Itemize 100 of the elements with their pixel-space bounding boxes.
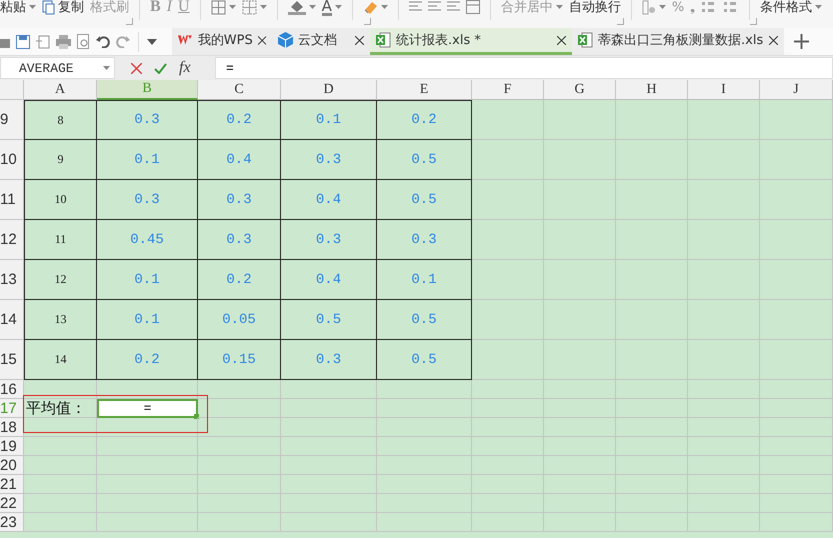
empty-cell bbox=[472, 437, 544, 456]
row-header[interactable]: 16 bbox=[0, 380, 24, 399]
print-icon[interactable] bbox=[56, 34, 71, 48]
grid-icon[interactable] bbox=[242, 0, 257, 14]
borders-icon[interactable] bbox=[210, 0, 226, 14]
row-header[interactable]: 18 bbox=[0, 418, 24, 437]
ribbon-button[interactable]: 自动换行 bbox=[568, 0, 621, 16]
column-header[interactable]: H bbox=[616, 80, 688, 100]
eraser-icon[interactable] bbox=[362, 0, 378, 14]
copy-button[interactable]: 复制 bbox=[58, 0, 84, 16]
dialog-launcher-icon[interactable] bbox=[364, 18, 371, 25]
column-header[interactable]: G bbox=[544, 80, 616, 100]
align-icon[interactable] bbox=[408, 1, 422, 13]
column-header[interactable]: A bbox=[24, 80, 97, 100]
dialog-launcher-icon[interactable] bbox=[617, 18, 624, 25]
paint-bucket-icon[interactable] bbox=[288, 0, 306, 14]
empty-cell bbox=[688, 513, 760, 532]
empty-cell bbox=[688, 300, 760, 340]
empty-cell bbox=[544, 180, 616, 220]
dropdown-icon[interactable] bbox=[147, 38, 157, 44]
table-cell: 0.3 bbox=[97, 100, 198, 140]
table-cell: 0.05 bbox=[198, 300, 281, 340]
close-icon[interactable] bbox=[769, 36, 778, 44]
number-format-icon[interactable] bbox=[642, 0, 656, 14]
row-header[interactable]: 20 bbox=[0, 456, 24, 475]
empty-cell bbox=[472, 300, 544, 340]
empty-cell bbox=[544, 399, 616, 418]
row-header[interactable]: 11 bbox=[0, 180, 24, 220]
empty-cell bbox=[616, 399, 688, 418]
row-header[interactable]: 22 bbox=[0, 494, 24, 513]
empty-cell bbox=[544, 140, 616, 180]
row-header[interactable]: 9 bbox=[0, 100, 24, 140]
merge-cells-icon[interactable] bbox=[466, 0, 480, 14]
undo-icon[interactable] bbox=[96, 35, 110, 48]
document-tab[interactable]: 蒂森出口三角板测量数据.xls bbox=[572, 28, 784, 55]
fill-handle[interactable] bbox=[194, 414, 199, 419]
empty-cell bbox=[616, 220, 688, 260]
cancel-icon[interactable] bbox=[131, 62, 142, 74]
table-cell: 11 bbox=[24, 220, 97, 260]
column-header[interactable]: F bbox=[472, 80, 544, 100]
empty-cell bbox=[616, 380, 688, 399]
row-header[interactable]: 10 bbox=[0, 140, 24, 180]
check-icon[interactable] bbox=[154, 62, 167, 74]
table-cell: 8 bbox=[24, 100, 97, 140]
save-icon[interactable] bbox=[16, 34, 30, 48]
add-icon[interactable] bbox=[794, 34, 809, 49]
cube-icon bbox=[278, 32, 293, 48]
row-header[interactable]: 21 bbox=[0, 475, 24, 494]
column-header[interactable]: D bbox=[281, 80, 377, 100]
empty-cell bbox=[616, 437, 688, 456]
redo-icon[interactable] bbox=[116, 35, 130, 48]
empty-cell bbox=[616, 494, 688, 513]
align-icon[interactable] bbox=[446, 1, 460, 13]
column-header[interactable]: C bbox=[198, 80, 281, 100]
export-icon[interactable] bbox=[36, 34, 50, 48]
table-cell: 12 bbox=[24, 260, 97, 300]
ribbon-button[interactable]: 粘贴 bbox=[0, 0, 26, 16]
column-header[interactable]: E bbox=[377, 80, 472, 100]
close-icon[interactable] bbox=[557, 36, 566, 44]
row-header[interactable]: 15 bbox=[0, 340, 24, 380]
empty-cell bbox=[472, 180, 544, 220]
row-header[interactable]: 12 bbox=[0, 220, 24, 260]
column-header[interactable]: J bbox=[760, 80, 833, 100]
empty-cell bbox=[688, 180, 760, 220]
dialog-launcher-icon[interactable] bbox=[750, 18, 757, 25]
ribbon-button[interactable]: 条件格式 bbox=[760, 0, 812, 16]
row-header[interactable]: 23 bbox=[0, 513, 24, 532]
empty-cell bbox=[544, 300, 616, 340]
formula-input[interactable]: = bbox=[215, 57, 833, 79]
empty-cell bbox=[544, 418, 616, 437]
table-cell: 0.5 bbox=[281, 300, 377, 340]
empty-cell bbox=[544, 260, 616, 300]
empty-cell bbox=[616, 260, 688, 300]
empty-cell bbox=[616, 100, 688, 140]
document-tab[interactable]: 我的WPS bbox=[172, 28, 272, 55]
empty-cell bbox=[472, 340, 544, 380]
print-preview-icon[interactable] bbox=[77, 34, 90, 49]
align-icon[interactable] bbox=[428, 1, 441, 13]
row-header[interactable]: 14 bbox=[0, 300, 24, 340]
insert-function-button[interactable]: fx bbox=[179, 59, 191, 77]
active-cell[interactable]: = bbox=[97, 399, 198, 418]
table-cell: 0.2 bbox=[377, 100, 472, 140]
table-cell: 0.3 bbox=[281, 220, 377, 260]
column-header[interactable]: I bbox=[688, 80, 760, 100]
empty-cell bbox=[688, 475, 760, 494]
table-cell: 0.5 bbox=[377, 340, 472, 380]
document-tab[interactable]: 统计报表.xls * bbox=[370, 28, 572, 55]
table-cell: 0.1 bbox=[281, 100, 377, 140]
table-cell: 0.1 bbox=[97, 260, 198, 300]
row-header[interactable]: 19 bbox=[0, 437, 24, 456]
empty-cell bbox=[544, 100, 616, 140]
document-tab[interactable]: 云文档 bbox=[272, 28, 370, 55]
close-icon[interactable] bbox=[258, 36, 266, 44]
dialog-launcher-icon[interactable] bbox=[126, 18, 133, 25]
spreadsheet-file-icon bbox=[376, 32, 391, 48]
empty-cell bbox=[688, 140, 760, 180]
empty-cell bbox=[616, 180, 688, 220]
row-header[interactable]: 13 bbox=[0, 260, 24, 300]
close-icon[interactable] bbox=[355, 36, 364, 44]
name-box[interactable]: AVERAGE bbox=[0, 57, 115, 79]
